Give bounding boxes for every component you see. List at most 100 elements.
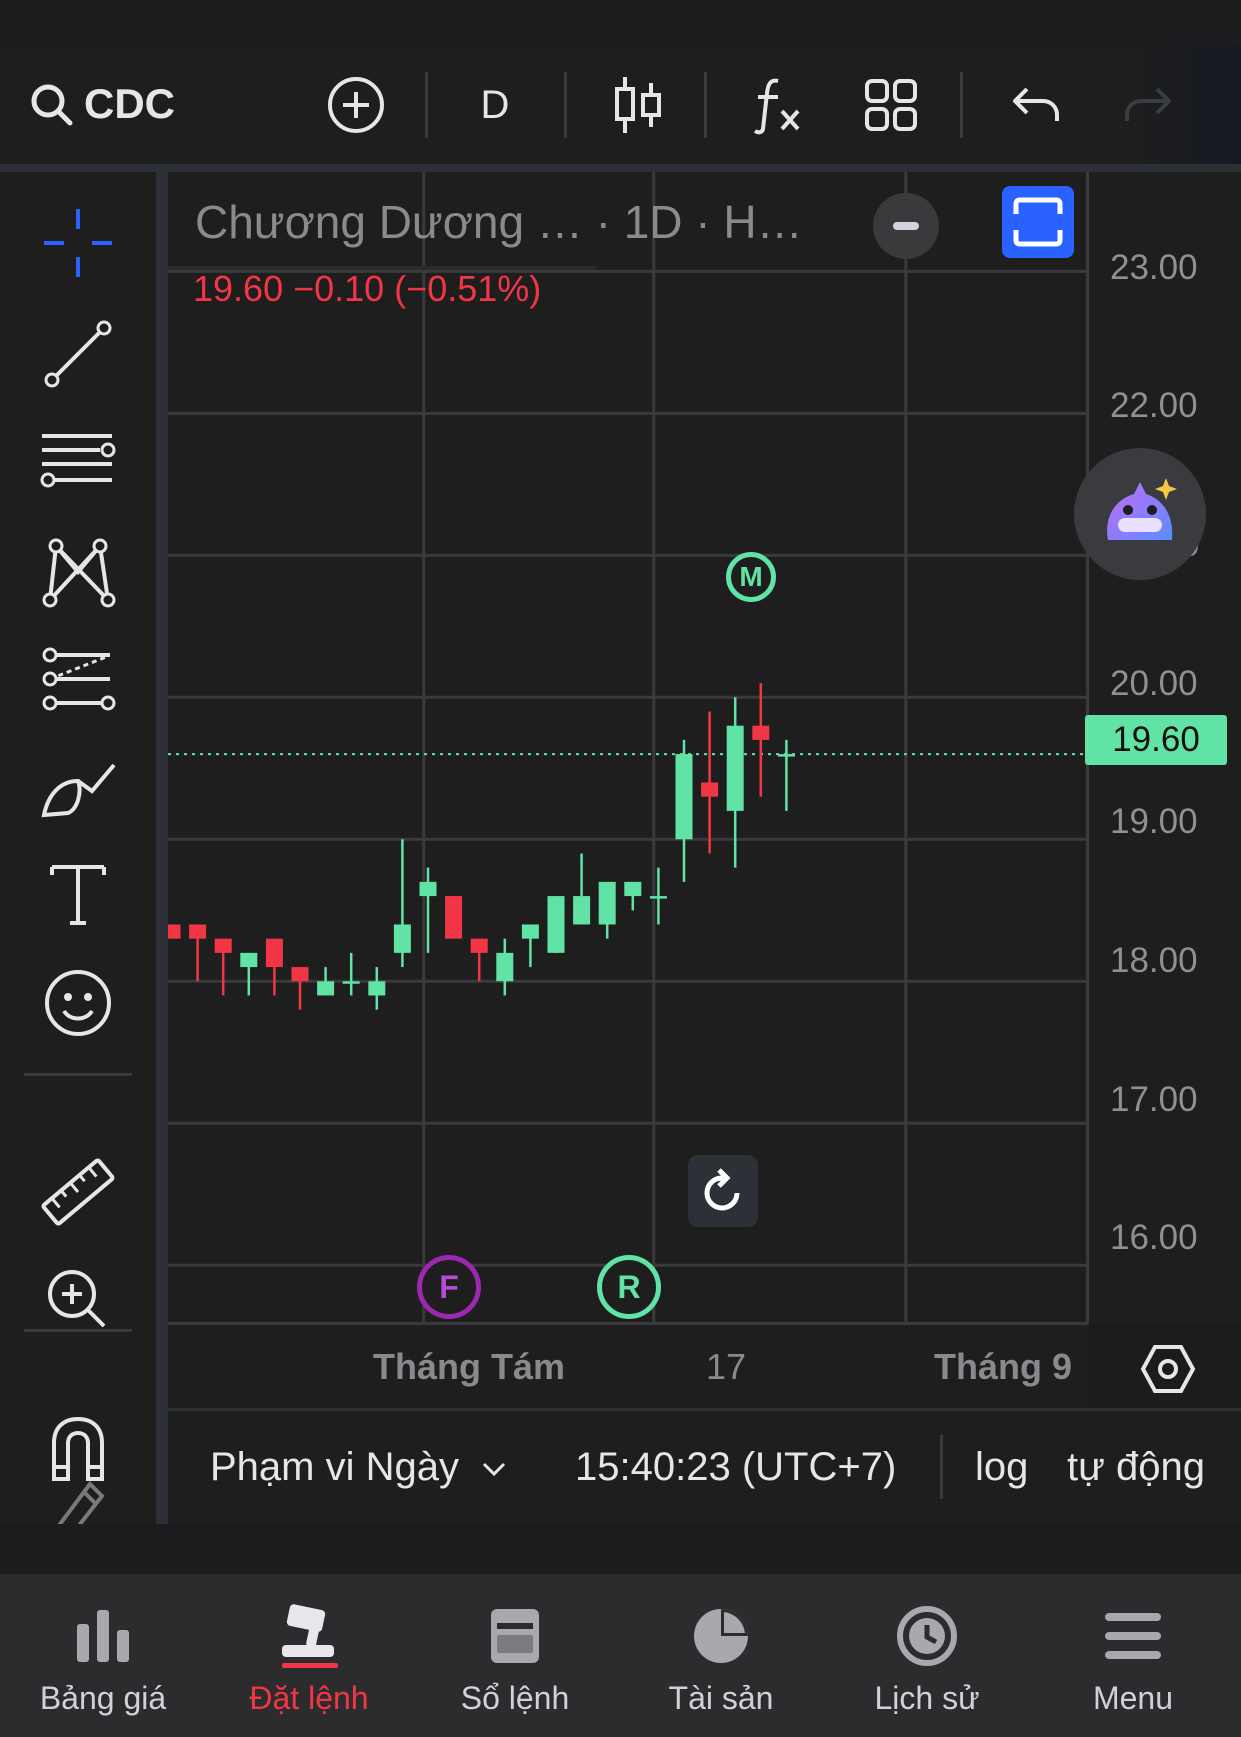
symbol-search-button[interactable]: CDC bbox=[84, 80, 175, 128]
candlestick-chart[interactable] bbox=[168, 172, 1088, 1322]
candle-body bbox=[291, 967, 309, 982]
clock-icon bbox=[887, 1596, 967, 1676]
price-tick: 18.00 bbox=[1110, 941, 1198, 980]
interval-label: D bbox=[480, 82, 510, 127]
nav-dat-lenh[interactable]: Đặt lệnh bbox=[206, 1574, 412, 1737]
lock-drawings-icon[interactable] bbox=[28, 1472, 128, 1524]
time-tick: 17 bbox=[706, 1346, 747, 1387]
fib-retracement-icon[interactable] bbox=[28, 634, 128, 724]
toolbar-edge bbox=[156, 172, 168, 1524]
candle-body bbox=[598, 881, 616, 925]
fullscreen-button[interactable] bbox=[1002, 186, 1074, 258]
interval-button[interactable]: D bbox=[460, 68, 530, 142]
candle-body bbox=[547, 896, 565, 953]
nav-lich-su[interactable]: Lịch sử bbox=[824, 1574, 1030, 1737]
collapse-legend-button[interactable] bbox=[873, 193, 939, 259]
crosshair-icon[interactable] bbox=[28, 198, 128, 288]
nav-label: Menu bbox=[1092, 1680, 1174, 1716]
undo-icon[interactable] bbox=[1000, 68, 1072, 142]
nav-so-lenh[interactable]: Sổ lệnh bbox=[412, 1574, 618, 1737]
pie-chart-icon bbox=[681, 1596, 761, 1676]
event-marker-m[interactable]: M bbox=[726, 552, 776, 602]
horizontal-lines-icon[interactable] bbox=[28, 417, 128, 507]
toolbar-separator bbox=[425, 72, 428, 138]
price-tick: 16.00 bbox=[1110, 1218, 1198, 1257]
redo-icon[interactable] bbox=[1112, 68, 1184, 142]
candle-style-icon[interactable] bbox=[603, 68, 675, 142]
candle-body bbox=[777, 754, 795, 757]
toolbar-separator bbox=[960, 72, 963, 138]
drawing-toolbar bbox=[0, 172, 156, 1524]
candle-body bbox=[445, 896, 463, 939]
price-tick: 19.00 bbox=[1110, 802, 1198, 841]
toolbar-separator bbox=[704, 72, 707, 138]
candle-body bbox=[189, 924, 207, 939]
candle-body bbox=[342, 981, 360, 984]
candle-body bbox=[521, 924, 539, 939]
log-scale-toggle[interactable]: log bbox=[975, 1445, 1028, 1490]
settings-hexagon-icon[interactable] bbox=[1140, 1344, 1196, 1394]
spacer bbox=[0, 1524, 1241, 1574]
date-range-selector[interactable]: Phạm vi Ngày bbox=[210, 1445, 508, 1490]
nav-label: Bảng giá bbox=[39, 1680, 167, 1716]
candle-body bbox=[573, 896, 591, 925]
legend-symbol-name[interactable]: Chương Dương … · 1D · H… bbox=[195, 195, 803, 249]
text-tool-icon[interactable] bbox=[28, 848, 128, 938]
nav-label: Sổ lệnh bbox=[460, 1680, 570, 1716]
add-symbol-button[interactable] bbox=[316, 68, 396, 142]
event-marker-f[interactable]: F bbox=[417, 1255, 481, 1319]
candle-body bbox=[675, 754, 693, 840]
pattern-tool-icon[interactable] bbox=[28, 527, 128, 617]
gavel-icon bbox=[269, 1596, 349, 1676]
auto-scale-toggle[interactable]: tự động bbox=[1067, 1445, 1205, 1490]
candle-body bbox=[470, 938, 488, 953]
candle-body bbox=[168, 924, 181, 939]
price-tick: 23.00 bbox=[1110, 248, 1198, 287]
emoji-icon[interactable] bbox=[28, 958, 128, 1048]
candle-body bbox=[624, 881, 642, 897]
reset-chart-button[interactable] bbox=[688, 1155, 758, 1227]
nav-label: Đặt lệnh bbox=[249, 1680, 369, 1716]
layout-grid-icon[interactable] bbox=[855, 68, 927, 142]
candle-body bbox=[649, 896, 667, 899]
candle-body bbox=[726, 725, 744, 811]
search-icon[interactable] bbox=[22, 68, 82, 142]
nav-label: Tài sản bbox=[668, 1680, 774, 1716]
trend-line-icon[interactable] bbox=[28, 309, 128, 399]
candle-body bbox=[317, 981, 335, 996]
candle-body bbox=[265, 938, 283, 968]
price-board-icon bbox=[63, 1596, 143, 1676]
nav-tai-san[interactable]: Tài sản bbox=[618, 1574, 824, 1737]
brush-icon[interactable] bbox=[28, 742, 128, 832]
ruler-icon[interactable] bbox=[28, 1147, 128, 1237]
candle-body bbox=[701, 782, 719, 797]
nav-bang-gia[interactable]: Bảng giá bbox=[0, 1574, 206, 1737]
candle-body bbox=[368, 981, 386, 996]
last-price-label: 19.60 bbox=[1085, 715, 1227, 765]
menu-icon bbox=[1093, 1596, 1173, 1676]
price-tick: 22.00 bbox=[1110, 386, 1198, 425]
event-marker-r[interactable]: R bbox=[597, 1255, 661, 1319]
fullscreen-icon bbox=[1013, 197, 1063, 247]
nav-menu[interactable]: Menu bbox=[1030, 1574, 1236, 1737]
refresh-icon bbox=[704, 1168, 740, 1211]
time-tick: Tháng Tám bbox=[373, 1346, 566, 1387]
toolbar-divider bbox=[24, 1073, 132, 1076]
shark-bot-icon bbox=[1107, 478, 1177, 540]
clock-timezone[interactable]: 15:40:23 (UTC+7) bbox=[575, 1445, 896, 1490]
candle-body bbox=[496, 952, 514, 982]
price-tick: 17.00 bbox=[1110, 1080, 1198, 1119]
date-range-label: Phạm vi Ngày bbox=[210, 1445, 459, 1489]
candle-body bbox=[240, 952, 258, 968]
order-book-icon bbox=[475, 1596, 555, 1676]
toolbar-separator bbox=[564, 72, 567, 138]
ai-assistant-button[interactable] bbox=[1074, 448, 1206, 580]
candle-body bbox=[393, 924, 411, 953]
nav-label: Lịch sử bbox=[874, 1680, 980, 1716]
info-separator bbox=[940, 1435, 943, 1499]
candle-body bbox=[752, 725, 770, 740]
indicators-icon[interactable] bbox=[740, 68, 812, 142]
candle-body bbox=[214, 938, 232, 953]
legend-price-change: 19.60 −0.10 (−0.51%) bbox=[193, 268, 542, 309]
candle-body bbox=[419, 881, 437, 897]
